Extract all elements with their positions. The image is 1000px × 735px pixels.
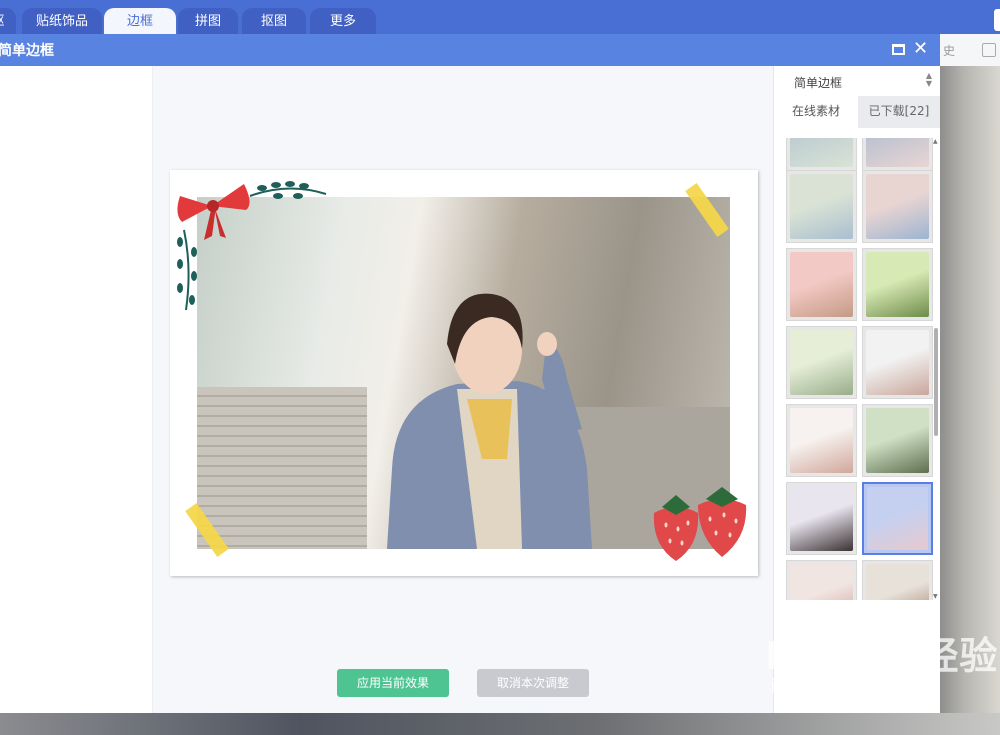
watermark-logo: Bai du 经验 (765, 634, 999, 678)
thumbnail-image (790, 330, 853, 395)
material-panel: 简单边框 ▲ ▼ 在线素材 已下载[22] ▲ ▼ (773, 66, 940, 713)
thumbnail-image (790, 138, 853, 167)
tab-label: 贴纸饰品 (35, 14, 88, 29)
border-thumbnail[interactable] (786, 170, 857, 243)
window-edge-button[interactable] (994, 9, 1000, 31)
photo-steps (197, 387, 367, 549)
cancel-adjustment-button[interactable]: 取消本次调整 (477, 669, 589, 697)
tab-label: 抠 (0, 14, 5, 29)
tab-more[interactable]: 更多 (310, 8, 376, 34)
scroll-down-icon[interactable]: ▼ (933, 593, 938, 600)
framed-photo (170, 170, 758, 576)
history-label: 史 (943, 44, 956, 58)
tab-downloaded[interactable]: 已下载[22] (858, 96, 940, 128)
thumbnail-image (790, 564, 853, 600)
top-tab-bar: 抠 贴纸饰品 边框 拼图 抠图 更多 (0, 0, 1000, 34)
thumbnail-image (867, 487, 928, 550)
tab-stickers[interactable]: 贴纸饰品 (22, 8, 102, 34)
dialog-header: 简单边框 ✕ (0, 34, 940, 66)
left-panel (0, 66, 153, 713)
select-arrows-icon: ▲ ▼ (925, 71, 932, 88)
border-thumbnail[interactable] (862, 326, 933, 399)
thumbnail-image (790, 174, 853, 239)
thumbnail-image (866, 564, 929, 600)
strawberry-sticker (653, 487, 747, 561)
thumbnail-image (866, 330, 929, 395)
border-thumbnail[interactable] (862, 170, 933, 243)
thumbnail-image (866, 138, 929, 167)
maximize-icon[interactable] (892, 44, 905, 55)
tab-border[interactable]: 边框 (104, 8, 176, 34)
tab-collage[interactable]: 拼图 (178, 8, 238, 34)
thumbnail-scrollbar[interactable]: ▲ ▼ (933, 138, 939, 600)
tab-crop[interactable]: 抠 (0, 8, 16, 34)
border-thumbnail[interactable] (862, 482, 933, 555)
dialog-title: 简单边框 (0, 43, 54, 59)
border-thumbnail[interactable] (786, 248, 857, 321)
tab-label: 拼图 (194, 14, 221, 29)
apply-effect-button[interactable]: 应用当前效果 (337, 669, 449, 697)
vine-top-sticker (249, 181, 327, 199)
border-thumbnail[interactable] (862, 138, 933, 171)
border-thumbnail[interactable] (862, 248, 933, 321)
canvas-area: 应用当前效果 取消本次调整 (154, 66, 773, 713)
tab-online-materials[interactable]: 在线素材 (774, 96, 858, 128)
border-thumbnail[interactable] (786, 404, 857, 477)
border-thumbnail[interactable] (786, 560, 857, 600)
close-icon[interactable]: ✕ (913, 39, 928, 59)
thumbnail-image (790, 252, 853, 317)
thumbnail-image (866, 174, 929, 239)
border-thumbnail[interactable] (786, 138, 857, 171)
category-select[interactable]: 简单边框 ▲ ▼ (774, 66, 940, 96)
category-label: 简单边框 (794, 76, 843, 90)
border-thumbnail[interactable] (786, 326, 857, 399)
thumbnail-image (866, 408, 929, 473)
photo-person (387, 293, 592, 549)
thumbnail-grid (774, 138, 940, 600)
border-dialog: 简单边框 ✕ 应用当前效果 取消本次调整 简单边框 ▲ ▼ 在线素材 已下载[2… (0, 34, 940, 713)
background-photo-bottom (0, 713, 1000, 735)
vine-left-sticker (177, 229, 197, 311)
border-thumbnail[interactable] (786, 482, 857, 555)
baidu-watermark: Bai du 经验 jingyan.baidu.com (765, 625, 998, 694)
image-icon (982, 43, 996, 57)
scroll-up-icon[interactable]: ▲ (933, 138, 938, 145)
thumbnail-image (790, 486, 853, 551)
thumbnail-image (790, 408, 853, 473)
thumbnail-image (866, 252, 929, 317)
scroll-thumb[interactable] (934, 328, 938, 436)
tab-label: 边框 (126, 14, 153, 29)
border-thumbnail[interactable] (862, 560, 933, 600)
border-thumbnail[interactable] (862, 404, 933, 477)
tab-label: 更多 (329, 14, 356, 29)
tab-label: 抠图 (260, 14, 287, 29)
tab-cutout[interactable]: 抠图 (242, 8, 306, 34)
